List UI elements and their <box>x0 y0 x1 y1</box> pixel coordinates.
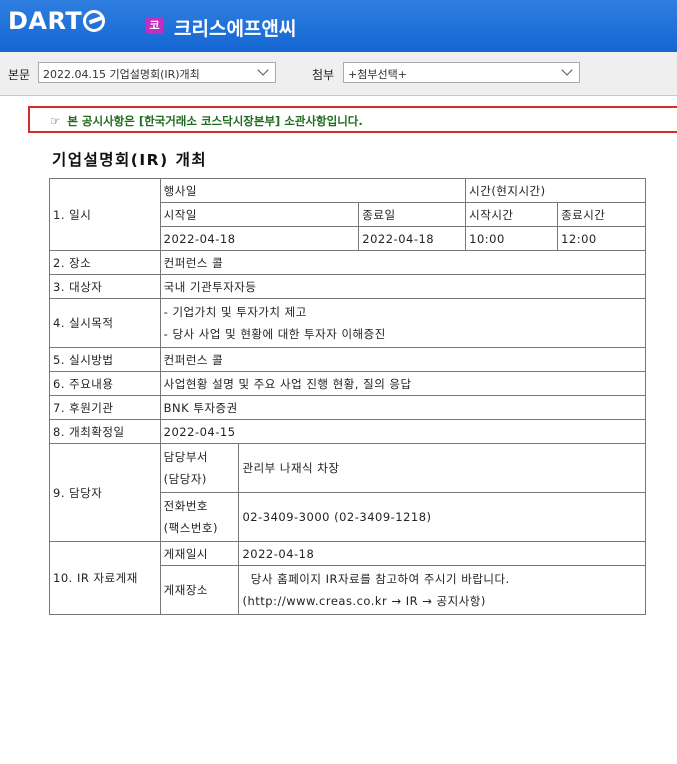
company-name: 크리스에프앤씨 <box>174 18 297 40</box>
jurisdiction-notice: ☞ 본 공시사항은 [한국거래소 코스닥시장본부] 소관사항입니다. <box>28 106 677 133</box>
doc-select[interactable]: 2022.04.15 기업설명회(IR)개최 <box>38 62 276 83</box>
start-date-value: 2022-04-18 <box>159 226 360 251</box>
target-label: 3. 대상자 <box>49 274 161 299</box>
pointing-hand-icon: ☞ <box>50 114 61 128</box>
logo-text: DART <box>8 7 83 35</box>
purpose-line: - 기업가치 및 투자가치 제고 <box>163 305 307 319</box>
sponsor-value: BNK 투자증권 <box>159 395 647 420</box>
chevron-down-icon <box>257 64 269 76</box>
phone-value: 02-3409-3000 (02-3409-1218) <box>238 492 646 542</box>
post-place-link[interactable]: (http://www.creas.co.kr → IR → 공지사항) <box>242 590 642 612</box>
place-label: 2. 장소 <box>49 250 161 275</box>
confirm-date-label: 8. 개최확정일 <box>49 419 161 444</box>
corp-badge: 코 <box>146 17 163 34</box>
place-value: 컨퍼런스 콜 <box>159 250 647 275</box>
document-body: ☞ 본 공시사항은 [한국거래소 코스닥시장본부] 소관사항입니다. 기업설명회… <box>20 104 677 764</box>
dept-label-line: 담당부서 <box>163 450 208 464</box>
purpose-label: 4. 실시목적 <box>49 298 161 348</box>
post-date-label: 게재일시 <box>159 541 240 566</box>
attach-select-label: 첨부 <box>312 68 335 82</box>
end-date-header: 종료일 <box>358 202 467 227</box>
content-label: 6. 주요내용 <box>49 371 161 396</box>
confirm-date-value: 2022-04-15 <box>159 419 647 444</box>
start-date-header: 시작일 <box>159 202 360 227</box>
start-time-value: 10:00 <box>465 226 559 251</box>
ir-disclosure-table: 1. 일시 행사일 시간(현지시간) 시작일 종료일 시작시간 종료시간 202… <box>49 178 647 615</box>
start-time-header: 시작시간 <box>465 202 559 227</box>
post-date-value: 2022-04-18 <box>238 541 646 566</box>
post-place-line: 당사 홈페이지 IR자료를 참고하여 주시기 바랍니다. <box>242 572 510 586</box>
end-time-header: 종료시간 <box>557 202 646 227</box>
doc-select-label: 본문 <box>8 68 31 82</box>
doc-select-value: 2022.04.15 기업설명회(IR)개최 <box>43 68 200 81</box>
dept-value: 관리부 나재식 차장 <box>238 443 646 493</box>
document-select-bar: 본문 2022.04.15 기업설명회(IR)개최 첨부 +첨부선택+ <box>0 52 677 96</box>
purpose-line: - 당사 사업 및 현황에 대한 투자자 이해증진 <box>163 327 386 341</box>
end-time-value: 12:00 <box>557 226 646 251</box>
sponsor-label: 7. 후원기관 <box>49 395 161 420</box>
phone-label: 전화번호 (팩스번호) <box>159 492 240 542</box>
event-date-header: 행사일 <box>159 178 467 203</box>
purpose-value: - 기업가치 및 투자가치 제고 - 당사 사업 및 현황에 대한 투자자 이해… <box>159 298 647 348</box>
dart-logo[interactable]: DART <box>8 7 106 35</box>
date-label: 1. 일시 <box>49 178 161 251</box>
notice-text: 본 공시사항은 [한국거래소 코스닥시장본부] 소관사항입니다. <box>67 114 363 128</box>
dept-label-line: (담당자) <box>163 472 207 486</box>
content-value: 사업현황 설명 및 주요 사업 진행 현황, 질의 응답 <box>159 371 647 396</box>
post-place-value: 당사 홈페이지 IR자료를 참고하여 주시기 바랍니다. (http://www… <box>238 565 646 615</box>
chevron-down-icon <box>561 64 573 76</box>
method-value: 컨퍼런스 콜 <box>159 347 647 372</box>
time-header: 시간(현지시간) <box>465 178 646 203</box>
phone-label-line: 전화번호 <box>163 499 208 513</box>
attach-select[interactable]: +첨부선택+ <box>343 62 580 83</box>
document-title: 기업설명회(IR) 개최 <box>52 151 208 169</box>
attach-select-value: +첨부선택+ <box>348 68 407 81</box>
phone-label-line: (팩스번호) <box>163 521 218 535</box>
dept-label: 담당부서 (담당자) <box>159 443 240 493</box>
target-value: 국내 기관투자자등 <box>159 274 647 299</box>
logo-ring-icon <box>83 10 106 32</box>
contact-label: 9. 담당자 <box>49 443 161 542</box>
method-label: 5. 실시방법 <box>49 347 161 372</box>
end-date-value: 2022-04-18 <box>358 226 467 251</box>
post-place-label: 게재장소 <box>159 565 240 615</box>
ir-posting-label: 10. IR 자료게재 <box>49 541 161 615</box>
app-header: DART 코 크리스에프앤씨 <box>0 0 677 52</box>
